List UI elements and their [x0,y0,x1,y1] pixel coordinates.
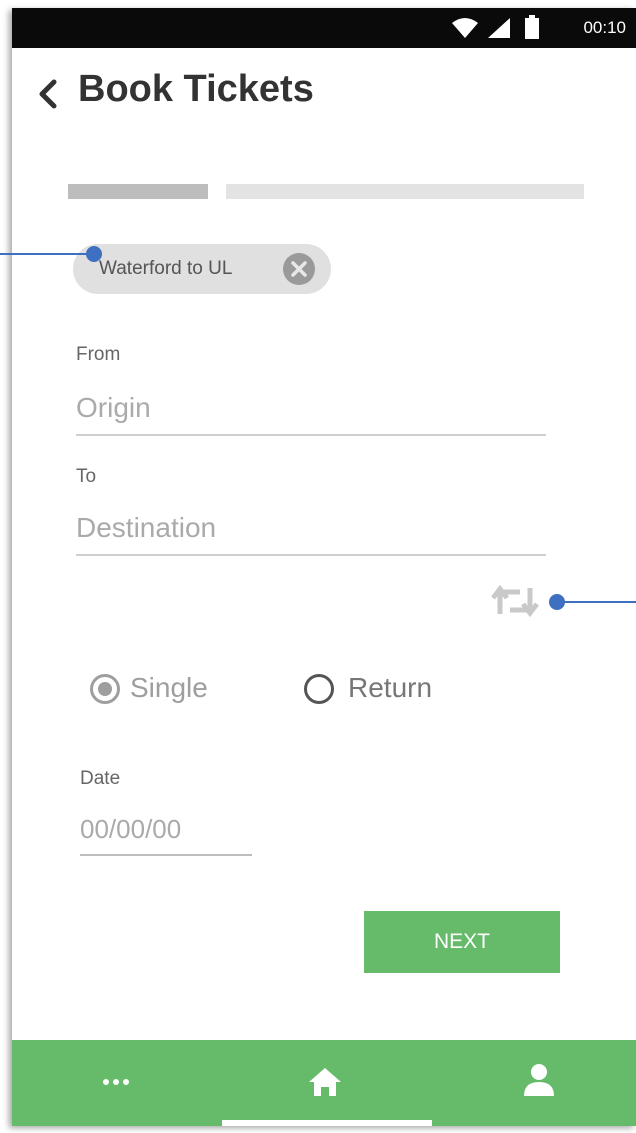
status-time: 00:10 [583,18,626,37]
return-label: Return [348,672,433,703]
page-title: Book Tickets [78,68,314,110]
date-input[interactable]: 00/00/00 [80,814,181,845]
active-nav-indicator [222,1120,432,1126]
wifi-icon [452,18,478,38]
chip-callout-line [0,253,92,255]
return-radio[interactable] [304,674,334,704]
nav-item-home[interactable] [308,1066,342,1098]
origin-input[interactable]: Origin [76,392,151,424]
back-button[interactable] [34,74,62,114]
next-button[interactable]: NEXT [364,911,560,973]
home-icon [309,1068,341,1096]
progress-step-current [68,184,208,199]
swap-button[interactable] [490,584,540,618]
date-label: Date [80,768,121,789]
more-dots-icon [103,1079,129,1085]
swap-arrows-icon [491,584,539,618]
nav-item-profile[interactable] [524,1062,554,1098]
signal-icon [488,18,510,38]
destination-input[interactable]: Destination [76,512,216,544]
phone-screen: 00:10 Book Tickets Waterford to UL From … [12,8,636,1126]
status-bar: 00:10 [12,8,636,48]
swap-callout-dot [549,594,565,610]
single-radio[interactable] [90,674,120,704]
chip-callout-dot [86,246,102,262]
single-radio-dot [98,682,112,696]
person-icon [524,1064,554,1096]
nav-item-more[interactable] [100,1070,132,1094]
destination-underline [76,554,546,556]
progress-step-remaining [226,184,584,199]
swap-callout-line [560,601,636,603]
route-chip-label: Waterford to UL [99,258,233,279]
origin-underline [76,434,546,436]
date-underline [80,854,252,856]
battery-icon [525,15,539,39]
route-chip[interactable]: Waterford to UL [73,244,331,294]
to-label: To [76,466,97,487]
chevron-left-icon [39,79,57,109]
single-label: Single [130,672,208,703]
close-circle-icon[interactable] [283,253,315,285]
bottom-nav [12,1040,636,1126]
from-label: From [76,344,121,365]
